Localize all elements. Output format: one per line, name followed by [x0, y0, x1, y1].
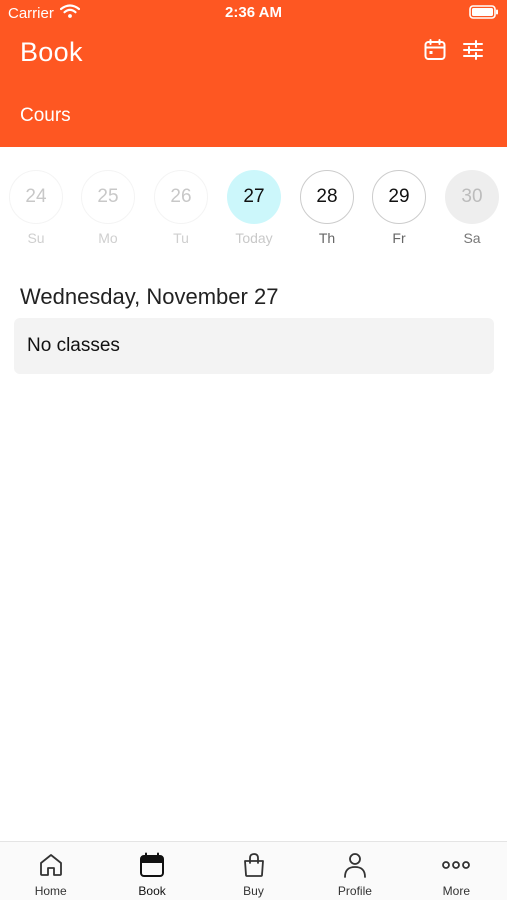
- battery-icon: [469, 5, 499, 23]
- title-row: Book: [20, 34, 487, 72]
- day-number: 24: [9, 170, 63, 224]
- status-time: 2:36 AM: [225, 4, 282, 21]
- day-monday[interactable]: 25 Mo: [80, 170, 136, 246]
- status-bar: Carrier 2:36 AM: [0, 0, 507, 26]
- app-screen: Carrier 2:36 AM Book Cours 24 Su 25 Mo 2…: [0, 0, 507, 900]
- day-number: 26: [154, 170, 208, 224]
- tab-label: Book: [138, 884, 166, 898]
- tab-buy[interactable]: Buy: [203, 842, 304, 900]
- calendar-button[interactable]: [421, 38, 449, 66]
- header-actions: [421, 38, 487, 66]
- day-label: Sa: [463, 230, 481, 246]
- day-tuesday[interactable]: 26 Tu: [153, 170, 209, 246]
- shopping-bag-icon: [239, 850, 269, 880]
- tab-label: More: [442, 884, 470, 898]
- day-sunday[interactable]: 24 Su: [8, 170, 64, 246]
- empty-message: No classes: [27, 335, 120, 356]
- day-friday[interactable]: 29 Fr: [371, 170, 427, 246]
- person-icon: [340, 850, 370, 880]
- day-label: Su: [27, 230, 45, 246]
- tab-home[interactable]: Home: [0, 842, 101, 900]
- day-number: 25: [81, 170, 135, 224]
- week-day-strip: 24 Su 25 Mo 26 Tu 27 Today 28 Th 29 Fr 3…: [0, 170, 507, 250]
- day-number: 28: [300, 170, 354, 224]
- tab-more[interactable]: More: [406, 842, 507, 900]
- home-icon: [36, 850, 66, 880]
- empty-classes-card: No classes: [14, 318, 494, 374]
- day-number: 30: [445, 170, 499, 224]
- section-subtitle: Cours: [20, 105, 71, 126]
- page-title: Book: [20, 37, 83, 67]
- day-thursday[interactable]: 28 Th: [299, 170, 355, 246]
- tab-book[interactable]: Book: [101, 842, 202, 900]
- day-label: Fr: [392, 230, 406, 246]
- day-label: Th: [318, 230, 336, 246]
- day-today[interactable]: 27 Today: [226, 170, 282, 246]
- tab-profile[interactable]: Profile: [304, 842, 405, 900]
- tab-bar: Home Book Buy Profile More: [0, 841, 507, 900]
- tab-label: Buy: [243, 884, 264, 898]
- tab-label: Home: [34, 884, 67, 898]
- filter-sliders-icon: [461, 38, 485, 67]
- day-label: Mo: [98, 230, 118, 246]
- tab-label: Profile: [337, 884, 372, 898]
- filter-button[interactable]: [459, 38, 487, 66]
- more-dots-icon: [441, 850, 471, 880]
- day-number: 29: [372, 170, 426, 224]
- header: Carrier 2:36 AM Book Cours: [0, 0, 507, 147]
- calendar-icon: [137, 850, 167, 880]
- calendar-icon: [423, 38, 447, 67]
- selected-date-heading: Wednesday, November 27: [20, 284, 279, 309]
- day-label: Today: [235, 230, 273, 246]
- day-saturday[interactable]: 30 Sa: [444, 170, 500, 246]
- day-label: Tu: [173, 230, 189, 246]
- day-number: 27: [227, 170, 281, 224]
